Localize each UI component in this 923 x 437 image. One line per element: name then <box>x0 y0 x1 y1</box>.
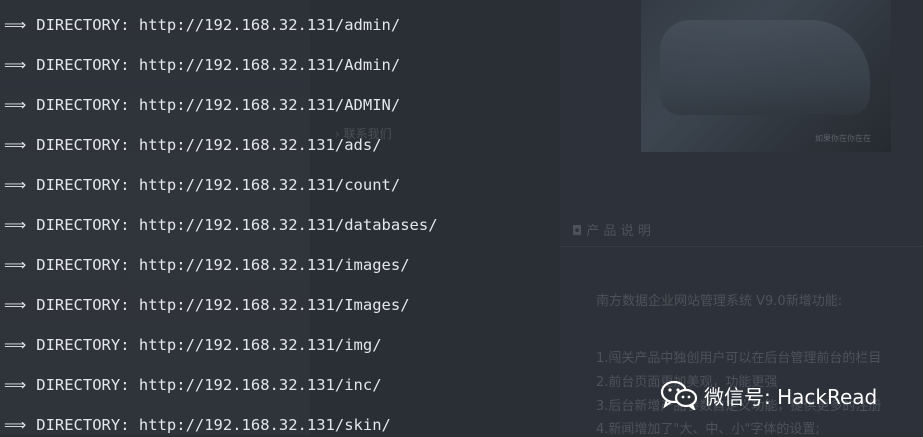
directory-label: DIRECTORY: <box>36 96 130 114</box>
directory-url: http://192.168.32.131/Images/ <box>138 296 410 314</box>
terminal-line: ⟹ DIRECTORY: http://192.168.32.131/Images… <box>4 294 410 316</box>
directory-url: http://192.168.32.131/count/ <box>138 176 401 194</box>
terminal-line: ⟹ DIRECTORY: http://192.168.32.131/count/ <box>4 174 400 196</box>
directory-label: DIRECTORY: <box>36 16 130 34</box>
terminal-line: ⟹ DIRECTORY: http://192.168.32.131/inc/ <box>4 374 382 396</box>
directory-label: DIRECTORY: <box>36 336 130 354</box>
terminal-line: ⟹ DIRECTORY: http://192.168.32.131/ads/ <box>4 134 382 156</box>
directory-url: http://192.168.32.131/admin/ <box>138 16 401 34</box>
arrow-icon: ⟹ <box>4 256 27 274</box>
arrow-icon: ⟹ <box>4 416 27 434</box>
terminal-line: ⟹ DIRECTORY: http://192.168.32.131/skin/ <box>4 414 391 436</box>
directory-url: http://192.168.32.131/images/ <box>138 256 410 274</box>
arrow-icon: ⟹ <box>4 336 27 354</box>
arrow-icon: ⟹ <box>4 56 27 74</box>
directory-url: http://192.168.32.131/ADMIN/ <box>138 96 401 114</box>
directory-url: http://192.168.32.131/inc/ <box>138 376 382 394</box>
directory-label: DIRECTORY: <box>36 136 130 154</box>
directory-url: http://192.168.32.131/ads/ <box>138 136 382 154</box>
arrow-icon: ⟹ <box>4 376 27 394</box>
directory-url: http://192.168.32.131/img/ <box>138 336 382 354</box>
wechat-icon <box>660 380 698 410</box>
terminal-line: ⟹ DIRECTORY: http://192.168.32.131/admin/ <box>4 14 400 36</box>
directory-label: DIRECTORY: <box>36 416 130 434</box>
watermark-text: 微信号: HackRead <box>704 384 878 409</box>
directory-label: DIRECTORY: <box>36 296 130 314</box>
terminal-line: ⟹ DIRECTORY: http://192.168.32.131/images… <box>4 254 410 276</box>
terminal-line: ⟹ DIRECTORY: http://192.168.32.131/databa… <box>4 214 438 236</box>
terminal-output: ⟹ DIRECTORY: http://192.168.32.131/admin/… <box>0 0 923 435</box>
arrow-icon: ⟹ <box>4 296 27 314</box>
directory-url: http://192.168.32.131/databases/ <box>138 216 438 234</box>
terminal-line: ⟹ DIRECTORY: http://192.168.32.131/ADMIN/ <box>4 94 400 116</box>
terminal-line: ⟹ DIRECTORY: http://192.168.32.131/img/ <box>4 334 382 356</box>
arrow-icon: ⟹ <box>4 176 27 194</box>
directory-label: DIRECTORY: <box>36 376 130 394</box>
directory-label: DIRECTORY: <box>36 56 130 74</box>
watermark: 微信号: HackRead <box>660 380 877 410</box>
directory-label: DIRECTORY: <box>36 256 130 274</box>
directory-label: DIRECTORY: <box>36 176 130 194</box>
directory-url: http://192.168.32.131/Admin/ <box>138 56 401 74</box>
terminal-line: ⟹ DIRECTORY: http://192.168.32.131/Admin/ <box>4 54 400 76</box>
arrow-icon: ⟹ <box>4 216 27 234</box>
arrow-icon: ⟹ <box>4 16 27 34</box>
directory-label: DIRECTORY: <box>36 216 130 234</box>
arrow-icon: ⟹ <box>4 136 27 154</box>
arrow-icon: ⟹ <box>4 96 27 114</box>
directory-url: http://192.168.32.131/skin/ <box>138 416 391 434</box>
